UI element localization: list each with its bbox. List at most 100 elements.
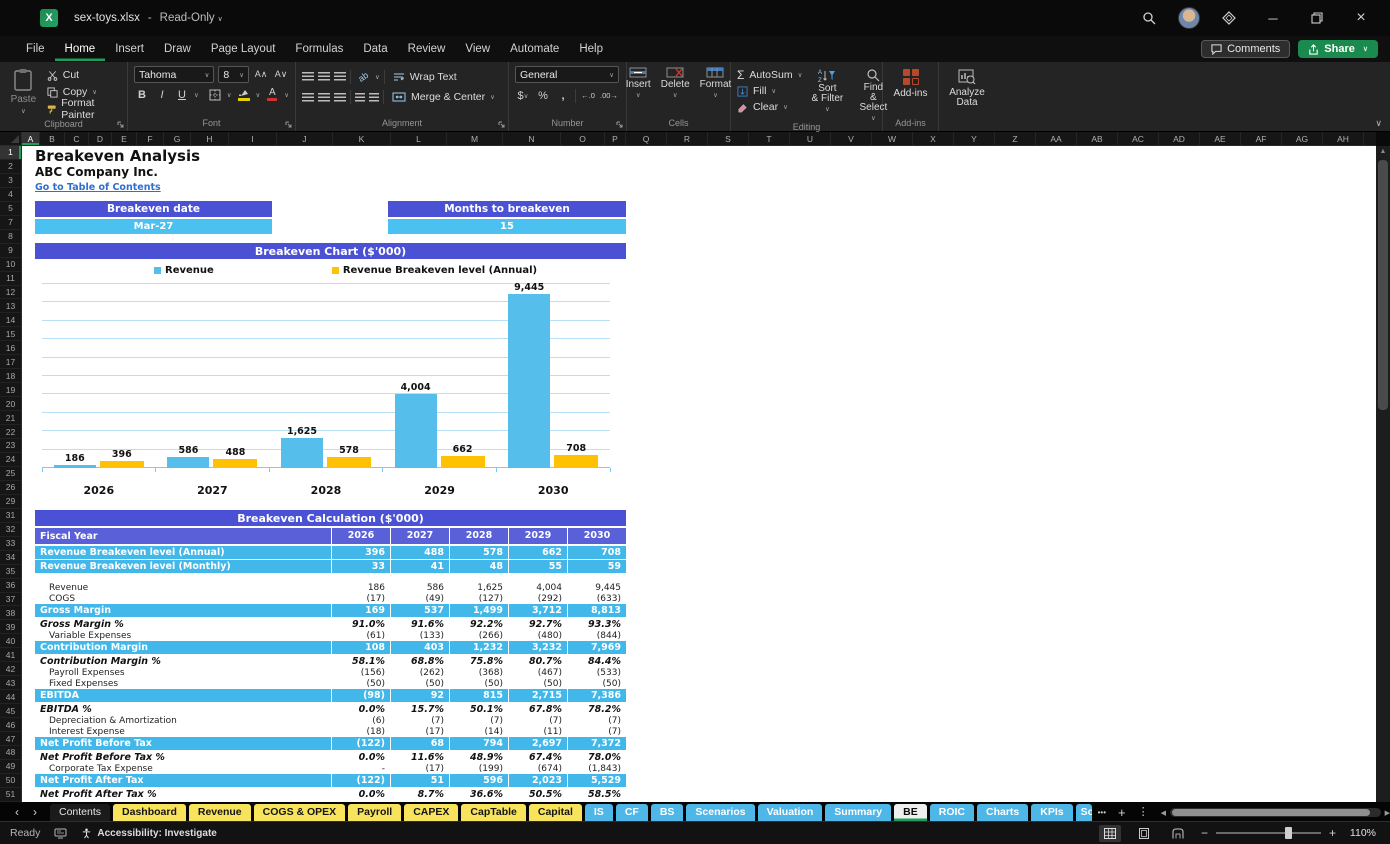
column-header-k[interactable]: K — [333, 132, 391, 145]
cell-value[interactable]: 3,712 — [508, 604, 567, 617]
cell-value[interactable]: (633) — [567, 594, 626, 604]
new-sheet-button[interactable]: + — [1112, 804, 1132, 821]
cell-value[interactable]: 92.7% — [508, 619, 567, 630]
page-layout-view-icon[interactable] — [1133, 825, 1155, 842]
cell-value[interactable]: 169 — [331, 604, 390, 617]
clipboard-dialog-launcher-icon[interactable] — [117, 121, 124, 128]
cell-value[interactable]: (467) — [508, 668, 567, 678]
row-header-35[interactable]: 35 — [0, 565, 21, 579]
cell-value[interactable]: (49) — [390, 594, 449, 604]
sheet-tab-cf[interactable]: CF — [615, 804, 648, 821]
font-dialog-launcher-icon[interactable] — [285, 121, 292, 128]
autosum-button[interactable]: Σ AutoSum ∨ — [737, 68, 802, 82]
cell-value[interactable]: (1,843) — [567, 764, 626, 774]
format-painter-button[interactable]: Format Painter — [47, 97, 121, 121]
zoom-in-button[interactable]: + — [1329, 826, 1336, 840]
column-header-o[interactable]: O — [561, 132, 605, 145]
row-header-41[interactable]: 41 — [0, 648, 21, 663]
zoom-slider[interactable] — [1215, 827, 1321, 839]
sheet-tab-contents[interactable]: Contents — [50, 804, 111, 821]
wrap-text-button[interactable]: Wrap Text — [393, 70, 457, 84]
addins-button[interactable]: Add-ins — [890, 66, 932, 99]
sheet-tab-cogs-opex[interactable]: COGS & OPEX — [253, 804, 346, 821]
column-header-u[interactable]: U — [790, 132, 831, 145]
zoom-slider-thumb[interactable] — [1285, 827, 1293, 839]
file-mode[interactable]: Read-Only ∨ — [160, 12, 223, 24]
cell-value[interactable]: 578 — [449, 546, 508, 559]
fill-color-button[interactable] — [236, 86, 252, 103]
menu-help[interactable]: Help — [569, 37, 613, 61]
font-size-select[interactable]: 8 ∨ — [218, 66, 249, 83]
cell-value[interactable]: 59 — [567, 560, 626, 573]
cell-value[interactable]: (11) — [508, 727, 567, 737]
fill-button[interactable]: Fill ∨ — [737, 84, 802, 98]
sheet-tab-valuation[interactable]: Valuation — [757, 804, 823, 821]
cell-value[interactable]: 93.3% — [567, 619, 626, 630]
cell-value[interactable]: 8.7% — [390, 789, 449, 800]
grow-font-button[interactable]: A∧ — [253, 66, 269, 83]
format-cells-button[interactable]: Format ∨ — [696, 66, 736, 99]
column-header-l[interactable]: L — [391, 132, 447, 145]
more-sheets-icon[interactable]: ••• — [1092, 804, 1112, 821]
clear-button[interactable]: Clear ∨ — [737, 100, 802, 114]
horizontal-scrollbar-thumb[interactable] — [1172, 809, 1370, 816]
menu-view[interactable]: View — [455, 37, 500, 61]
cell-value[interactable]: (7) — [567, 727, 626, 737]
cell-value[interactable]: (18) — [331, 727, 390, 737]
vertical-scrollbar[interactable]: ▲ — [1376, 146, 1390, 802]
minimize-button[interactable]: ─ — [1258, 5, 1288, 31]
row-header-50[interactable]: 50 — [0, 774, 21, 788]
column-header-a[interactable]: A — [22, 132, 40, 145]
sheet-tab-is[interactable]: IS — [584, 804, 613, 821]
cell-value[interactable]: (50) — [331, 679, 390, 689]
row-header-8[interactable]: 8 — [0, 230, 21, 244]
zoom-out-button[interactable]: − — [1201, 826, 1208, 840]
orientation-button[interactable]: ab — [352, 65, 375, 88]
row-header-20[interactable]: 20 — [0, 397, 21, 412]
column-header-m[interactable]: M — [447, 132, 503, 145]
cell-value[interactable]: 11.6% — [390, 752, 449, 763]
cell-value[interactable]: (7) — [567, 716, 626, 726]
column-header-h[interactable]: H — [191, 132, 229, 145]
column-header-j[interactable]: J — [277, 132, 333, 145]
cell-value[interactable]: 4,004 — [508, 583, 567, 593]
cell-value[interactable]: 403 — [390, 641, 449, 654]
insert-cells-button[interactable]: Insert ∨ — [622, 66, 655, 99]
cell-value[interactable]: 488 — [390, 546, 449, 559]
share-button[interactable]: Share ∨ — [1298, 40, 1378, 58]
cell-value[interactable]: - — [331, 764, 390, 774]
row-header-36[interactable]: 36 — [0, 579, 21, 593]
cell-value[interactable]: 48 — [449, 560, 508, 573]
column-header-z[interactable]: Z — [995, 132, 1036, 145]
row-header-48[interactable]: 48 — [0, 746, 21, 760]
row-header-31[interactable]: 31 — [0, 509, 21, 523]
row-header-25[interactable]: 25 — [0, 467, 21, 481]
row-header-39[interactable]: 39 — [0, 620, 21, 635]
column-header-f[interactable]: F — [137, 132, 164, 145]
horizontal-scrollbar[interactable]: ◀ ▶ — [1161, 804, 1390, 821]
sheet-tab-capex[interactable]: CAPEX — [404, 804, 459, 821]
cell-value[interactable]: 794 — [449, 737, 508, 750]
alignment-dialog-launcher-icon[interactable] — [498, 121, 505, 128]
cell-value[interactable]: (199) — [449, 764, 508, 774]
cell-value[interactable]: (50) — [449, 679, 508, 689]
row-header-38[interactable]: 38 — [0, 606, 21, 621]
cell-value[interactable]: 92.2% — [449, 619, 508, 630]
column-header-ab[interactable]: AB — [1077, 132, 1118, 145]
row-header-21[interactable]: 21 — [0, 411, 21, 426]
row-header-47[interactable]: 47 — [0, 732, 21, 746]
cell-value[interactable]: 51 — [390, 774, 449, 787]
cell-value[interactable]: 1,625 — [449, 583, 508, 593]
sheet-tab-dashboard[interactable]: Dashboard — [113, 804, 186, 821]
cell-value[interactable]: 55 — [508, 560, 567, 573]
column-header-g[interactable]: G — [164, 132, 191, 145]
cell-value[interactable]: 7,969 — [567, 641, 626, 654]
menu-automate[interactable]: Automate — [500, 37, 569, 61]
column-header-p[interactable]: P — [605, 132, 626, 145]
cell-value[interactable]: 586 — [390, 583, 449, 593]
column-header-b[interactable]: B — [40, 132, 65, 145]
cell-value[interactable]: 662 — [508, 546, 567, 559]
cell-value[interactable]: 58.5% — [567, 789, 626, 800]
avatar[interactable] — [1178, 7, 1200, 29]
column-header-d[interactable]: D — [89, 132, 112, 145]
